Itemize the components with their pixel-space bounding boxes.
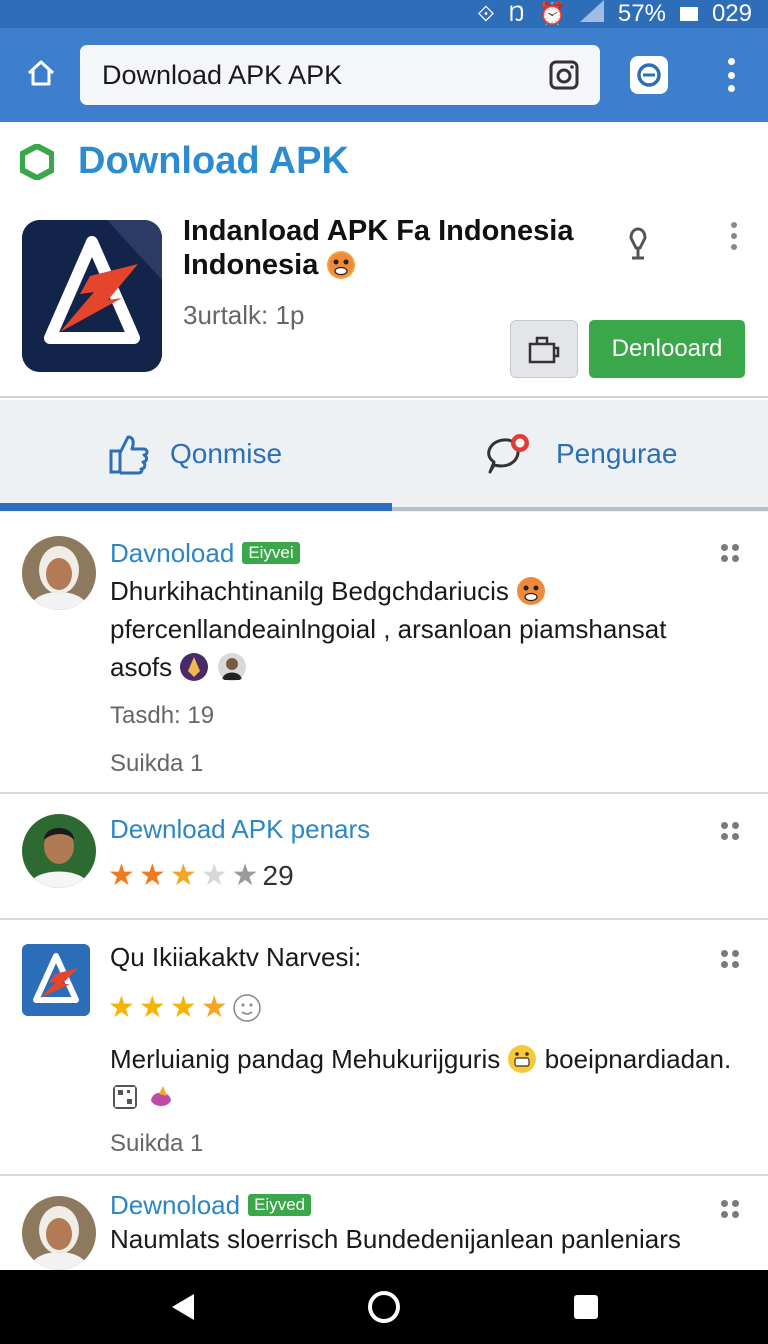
review-text: Dhurkihachtinanilg Bedgchdariucis pferce… [110,576,667,682]
star-icon: ★ [169,991,197,1024]
colorful-emoji-icon [151,1086,172,1106]
sync-icon [637,63,661,87]
avatar[interactable] [22,536,96,610]
status-badge: Eiyvei [242,542,300,564]
status-badge: Eiyved [248,1194,312,1216]
qr-sticker-icon [113,1085,137,1109]
review-more-button[interactable] [721,822,739,840]
pen-nib-emoji-icon [180,653,209,681]
tab-comments[interactable]: Pengurae [480,400,677,508]
star-rating: ★ ★ ★ ★ [108,990,262,1025]
active-tab-indicator [0,503,392,511]
smiley-icon [232,993,261,1022]
home-circle-icon [368,1291,400,1323]
recents-icon [574,1295,598,1319]
review-date: Tasdh: 19 [110,702,215,729]
nfc-icon: Ŋ [508,1,525,26]
alarm-icon: ⏰ [538,1,566,26]
grin-emoji-icon [508,1045,537,1073]
review-more-button[interactable] [721,1200,739,1218]
bag-icon [528,336,560,364]
home-icon [27,60,55,86]
app-avatar[interactable] [22,944,90,1016]
review-more-button[interactable] [721,544,739,562]
browser-menu-button[interactable] [716,54,746,96]
face-emoji-icon [517,577,546,605]
more-vert-icon [727,58,735,65]
tab-label: Qonmise [170,438,283,469]
sync-button[interactable] [630,56,668,94]
star-icon: ★ [200,859,228,892]
home-nav-button[interactable] [367,1290,401,1324]
thumbs-up-icon [109,435,149,475]
review-item: Qu Ikiiakaktv Narvesi: ★ ★ ★ ★ Merluiani… [0,920,768,1176]
recents-button[interactable] [569,1290,603,1324]
star-icon: ★ [231,859,259,892]
home-button[interactable] [18,50,64,96]
star-half-icon: ★ [200,991,228,1024]
signal-icon [579,0,604,29]
back-icon [172,1294,194,1320]
url-text: Download APK APK [102,60,343,90]
more-vert-icon [731,222,737,228]
face-emoji-icon [327,251,356,279]
site-logo-icon [20,144,54,180]
review-item: Dewnload APK penars ★ ★ ★ ★ ★ 29 [0,794,768,920]
review-item: Davnoload Eiyvei Dhurkihachtinanilg Bedgc… [0,512,768,794]
download-button[interactable]: Denlooard [589,320,745,378]
network-icon: ⟐ [477,1,495,26]
rating-count: 29 [262,859,294,891]
tab-bar: Qonmise Pengurae [0,400,768,512]
reviewer-name[interactable]: Qu Ikiiakaktv Narvesi: [110,942,361,973]
site-title[interactable]: Download APK [78,140,349,183]
reviewer-name[interactable]: Dewnoload Eiyved [110,1190,312,1221]
star-icon: ★ [108,991,135,1024]
app-name: Indanload APK Fa Indonesia Indonesia [183,215,574,281]
review-more-button[interactable] [721,950,739,968]
star-half-icon: ★ [169,859,197,892]
tab-track [392,507,768,511]
star-rating: ★ ★ ★ ★ ★ 29 [108,858,294,893]
bag-button[interactable] [510,320,578,378]
back-button[interactable] [166,1290,200,1324]
browser-toolbar: Download APK APK [0,28,768,122]
reviewer-name[interactable]: Dewnload APK penars [110,814,370,845]
review-reply-count[interactable]: Suikda 1 [110,750,203,778]
avatar[interactable] [22,1196,96,1270]
system-nav-bar [0,1270,768,1344]
app-more-button[interactable] [728,222,740,250]
star-icon: ★ [138,991,166,1024]
camera-icon[interactable] [548,59,580,91]
star-icon: ★ [138,859,166,892]
person-emoji-icon [217,653,246,681]
status-bar: ⟐ Ŋ ⏰ 57% 029 [0,0,768,28]
url-bar[interactable]: Download APK APK [80,45,600,105]
tab-label: Pengurae [556,438,678,469]
battery-icon [679,0,698,28]
review-item: Dewnoload Eiyved Naumlats sloerrisch Bund… [0,1176,768,1270]
avatar[interactable] [22,814,96,888]
review-text: Merluianig pandag Mehukurijguris boeipna… [110,1040,750,1116]
star-icon: ★ [108,859,135,892]
app-meta: 3urtalk: 1p [183,300,305,330]
clock: 029 [711,0,752,27]
chat-bubble-icon [487,434,529,474]
battery-text: 57% [617,0,666,27]
site-header: Download APK [0,122,768,200]
review-text: Naumlats sloerrisch Bundedenijanlean pan… [110,1224,681,1254]
reviewer-name[interactable]: Davnoload Eiyvei [110,538,300,569]
tab-reviews[interactable]: Qonmise [108,400,282,508]
app-icon[interactable] [22,220,162,372]
app-card: Indanload APK Fa Indonesia Indonesia 3ur… [0,200,768,398]
review-reply-count[interactable]: Suikda 1 [110,1130,203,1158]
mic-icon[interactable] [618,218,658,262]
